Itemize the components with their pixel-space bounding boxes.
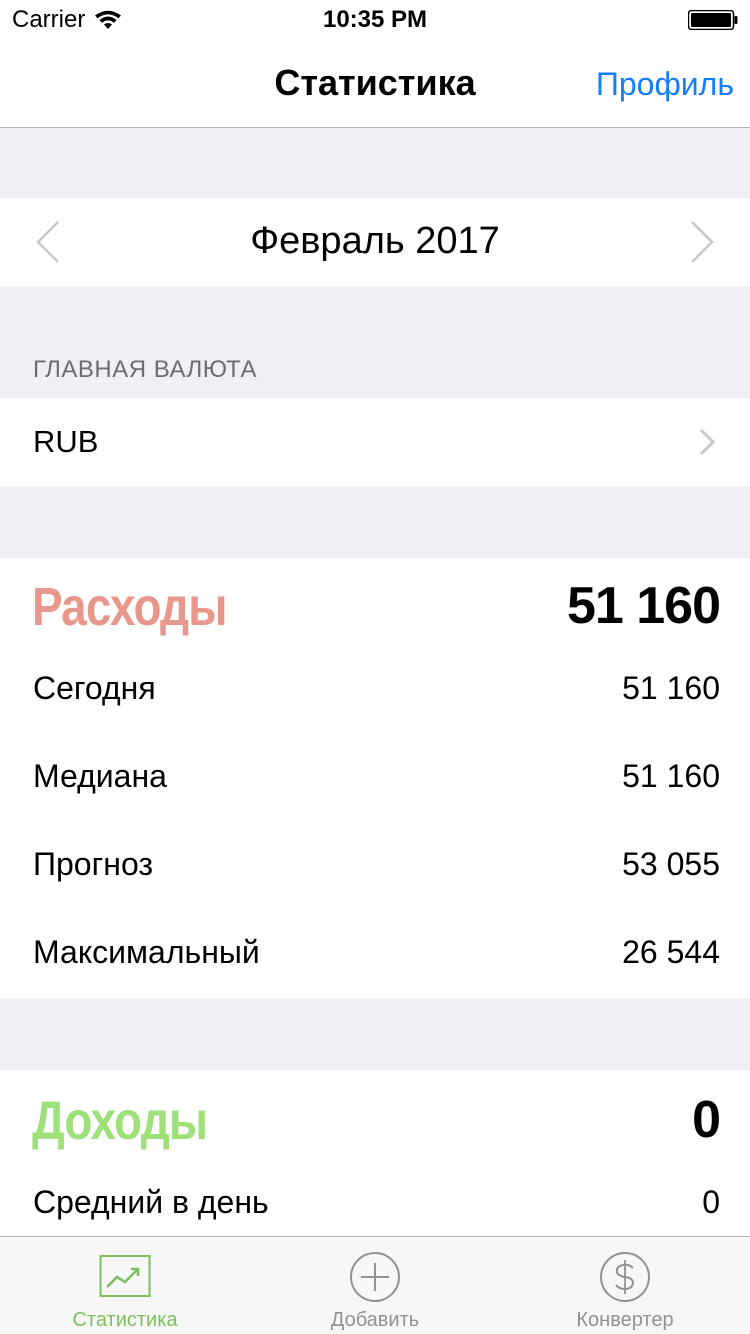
profile-button[interactable]: Профиль bbox=[596, 66, 734, 103]
tab-bar: Статистика Добавить Конвертер bbox=[0, 1236, 750, 1334]
expenses-row-forecast: Прогноз 53 055 bbox=[0, 828, 750, 916]
plus-circle-icon bbox=[350, 1252, 400, 1302]
status-time: 10:35 PM bbox=[322, 6, 428, 33]
stat-label: Сегодня bbox=[33, 670, 156, 706]
stat-label: Медиана bbox=[33, 758, 167, 794]
chevron-right-icon bbox=[699, 428, 716, 456]
income-block: Доходы 0 Средний в день 0 bbox=[0, 1070, 750, 1236]
status-bar: Carrier 10:35 PM bbox=[0, 0, 750, 40]
expenses-row-median: Медиана 51 160 bbox=[0, 740, 750, 828]
dollar-circle-icon bbox=[600, 1252, 650, 1302]
tab-label: Добавить bbox=[330, 1309, 420, 1331]
month-label: Февраль 2017 bbox=[250, 220, 500, 262]
stat-label: Максимальный bbox=[33, 934, 260, 970]
tab-label: Конвертер bbox=[576, 1309, 674, 1331]
tab-label: Статистика bbox=[72, 1309, 178, 1331]
income-total: 0 bbox=[692, 1091, 721, 1149]
expenses-row-today: Сегодня 51 160 bbox=[0, 652, 750, 740]
tab-converter[interactable]: Конвертер bbox=[500, 1237, 750, 1334]
stat-value: 51 160 bbox=[622, 670, 720, 706]
currency-value: RUB bbox=[33, 424, 99, 459]
income-title: Доходы bbox=[32, 1091, 208, 1151]
stat-value: 0 bbox=[702, 1184, 720, 1220]
main-currency-row[interactable]: RUB bbox=[0, 398, 750, 486]
tab-add[interactable]: Добавить bbox=[250, 1237, 500, 1334]
expenses-block: Расходы 51 160 Сегодня 51 160 Медиана 51… bbox=[0, 558, 750, 998]
stat-value: 53 055 bbox=[622, 846, 720, 882]
stat-value: 26 544 bbox=[622, 934, 720, 970]
battery-icon bbox=[688, 10, 738, 30]
chevron-right-icon[interactable] bbox=[686, 220, 716, 264]
stat-value: 51 160 bbox=[622, 758, 720, 794]
expenses-title: Расходы bbox=[32, 577, 228, 637]
expenses-total: 51 160 bbox=[566, 577, 721, 635]
chart-icon bbox=[99, 1255, 151, 1297]
stat-label: Прогноз bbox=[33, 846, 154, 882]
navigation-bar: Статистика Профиль bbox=[0, 40, 750, 128]
tab-statistics[interactable]: Статистика bbox=[0, 1237, 250, 1334]
stat-label: Средний в день bbox=[33, 1184, 269, 1220]
section-header-main-currency: ГЛАВНАЯ ВАЛЮТА bbox=[33, 356, 258, 383]
expenses-row-max: Максимальный 26 544 bbox=[0, 916, 750, 1004]
screen: Carrier 10:35 PM Статистика Профиль Февр… bbox=[0, 0, 750, 1334]
month-selector: Февраль 2017 bbox=[0, 198, 750, 286]
